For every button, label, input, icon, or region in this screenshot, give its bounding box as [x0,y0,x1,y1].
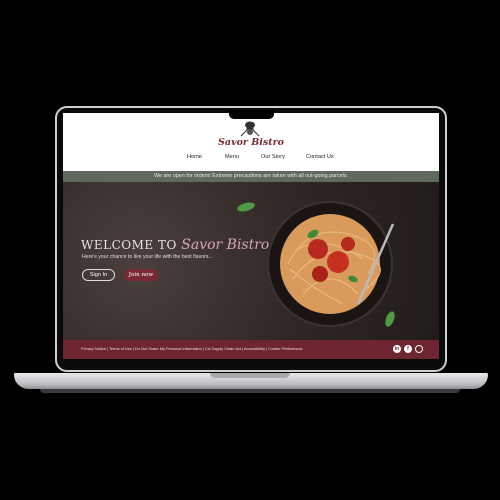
hero-heading-prefix: WELCOME TO [81,238,177,252]
basil-leaf-icon [385,311,395,327]
nav-menu[interactable]: Menu [225,154,239,160]
spaghetti-plate-image [267,201,395,327]
laptop-base-groove [210,373,290,378]
nav-our-story[interactable]: Our Story [261,154,285,160]
hero-heading-brand: Savor Bistro [181,237,270,253]
site-header: Savor Bistro Home Menu Our Story Contact… [63,113,439,171]
join-now-button[interactable]: Join now [124,269,158,281]
basil-leaf-icon [237,202,255,212]
linkedin-icon[interactable]: in [393,345,401,353]
sign-in-button[interactable]: Sign In [82,269,115,281]
footer-links[interactable]: Privacy Notice | Terms of Use | Do Not S… [81,346,302,351]
laptop-base-shadow [40,389,460,393]
announcement-bar: We are open for orders! Extreme precauti… [63,171,439,182]
site-footer: Privacy Notice | Terms of Use | Do Not S… [63,340,439,359]
hero-heading: WELCOME TO Savor Bistro [81,236,269,254]
facebook-icon[interactable]: f [404,345,412,353]
brand-name[interactable]: Savor Bistro [63,137,439,148]
hero-tagline: Here's your chance to live your life wit… [82,254,213,260]
chef-logo-icon [240,121,260,137]
main-nav: Home Menu Our Story Contact Us [63,154,439,166]
hero-section: WELCOME TO Savor Bistro Here's your chan… [63,182,439,340]
instagram-icon[interactable] [415,345,423,353]
camera-notch [229,110,274,119]
nav-contact-us[interactable]: Contact Us [306,154,334,160]
screen: Savor Bistro Home Menu Our Story Contact… [63,113,439,359]
nav-home[interactable]: Home [187,154,202,160]
